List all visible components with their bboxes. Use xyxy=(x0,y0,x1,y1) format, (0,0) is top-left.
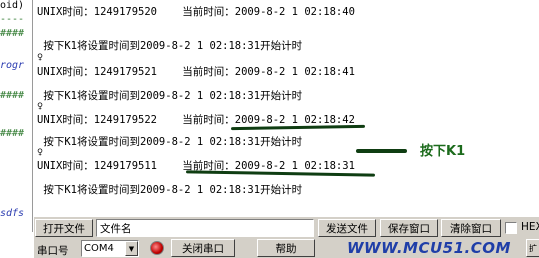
code-line: sdfs xyxy=(0,208,25,219)
output-line: UNIX时间：1249179522 当前时间：2009-8-2 1 02:18:… xyxy=(37,114,355,126)
annotation-label: 按下K1 xyxy=(420,144,466,159)
code-line: oid) xyxy=(0,0,25,11)
port-select[interactable]: COM4 ▼ xyxy=(81,240,139,257)
code-line: ---- xyxy=(0,14,25,25)
output-line: UNIX时间：1249179521 当前时间：2009-8-2 1 02:18:… xyxy=(37,66,355,78)
serial-toolbar: 打开文件 文件名 发送文件 保存窗口 清除窗口 HEX 串口号 COM4 ▼ 关… xyxy=(34,216,539,258)
output-line: 按下K1将设置时间到2009-8-2 1 02:18:31开始计时 xyxy=(37,136,303,148)
output-line: 按下K1将设置时间到2009-8-2 1 02:18:31开始计时 xyxy=(37,184,303,196)
help-button[interactable]: 帮助 xyxy=(257,239,315,257)
output-line: UNIX时间：1249179520 当前时间：2009-8-2 1 02:18:… xyxy=(37,6,355,18)
website-logo: WWW.MCU51.COM xyxy=(347,239,511,257)
output-line: ♀ xyxy=(37,101,44,112)
code-line: #### xyxy=(0,128,25,139)
code-line: #### xyxy=(0,28,25,39)
save-window-button[interactable]: 保存窗口 xyxy=(380,219,438,237)
pointer-mark xyxy=(356,149,407,153)
port-status-led-icon xyxy=(150,241,164,255)
expand-button[interactable]: 扩 xyxy=(526,239,539,257)
port-select-value: COM4 xyxy=(84,243,114,254)
clear-window-button[interactable]: 清除窗口 xyxy=(441,219,501,237)
close-port-button[interactable]: 关闭串口 xyxy=(171,239,235,257)
filename-field[interactable]: 文件名 xyxy=(96,219,314,237)
output-line: ♀ xyxy=(37,147,44,158)
serial-output-area[interactable]: UNIX时间：1249179520 当前时间：2009-8-2 1 02:18:… xyxy=(34,0,539,216)
open-file-button[interactable]: 打开文件 xyxy=(35,219,93,237)
send-file-button[interactable]: 发送文件 xyxy=(318,219,376,237)
code-editor-strip: oid) ---- #### rogr #### #### sdfs xyxy=(0,0,33,232)
code-line: #### xyxy=(0,90,25,101)
hex-label: HEX xyxy=(521,221,539,233)
port-label: 串口号 xyxy=(37,245,69,257)
output-line: ♀ xyxy=(37,52,44,63)
chevron-down-icon[interactable]: ▼ xyxy=(125,241,138,256)
output-line: 按下K1将设置时间到2009-8-2 1 02:18:31开始计时 xyxy=(37,40,303,52)
output-line: 按下K1将设置时间到2009-8-2 1 02:18:31开始计时 xyxy=(37,90,303,102)
code-line: rogr xyxy=(0,60,25,71)
hex-checkbox[interactable] xyxy=(505,222,517,234)
